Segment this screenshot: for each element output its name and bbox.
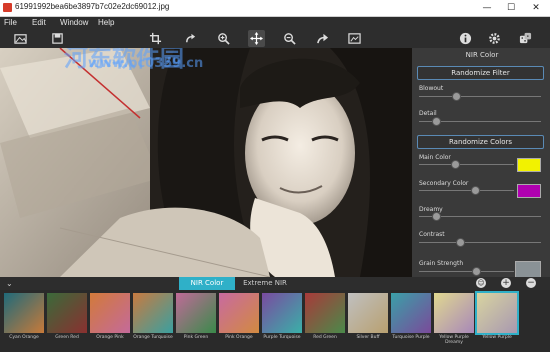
watermark-url: www.pc0359.cn <box>88 56 204 71</box>
minimize-button[interactable]: — <box>475 0 499 16</box>
preset-label: Orange Turquoise <box>133 335 173 340</box>
zoom-out-icon[interactable] <box>281 30 298 47</box>
preset-thumb[interactable]: Orange Pink <box>90 293 130 340</box>
preset-label: Cyan Orange <box>9 335 39 340</box>
blowout-label: Blowout <box>419 85 444 92</box>
preset-thumb[interactable]: Silver Buff <box>348 293 388 340</box>
preset-favorites-icon[interactable]: ☺ <box>476 278 486 288</box>
preset-thumb[interactable]: Red Green <box>305 293 345 340</box>
pan-icon[interactable] <box>248 30 265 47</box>
randomize-filter-button[interactable]: Randomize Filter <box>417 66 544 80</box>
menu-help[interactable]: Help <box>98 17 114 29</box>
main-color-slider[interactable] <box>419 164 514 165</box>
preset-filmstrip: Cyan Orange Green Red Orange Pink Orange… <box>0 290 550 352</box>
preset-label: Pink Orange <box>225 335 253 340</box>
tab-nir-color[interactable]: NIR Color <box>179 277 235 290</box>
menu-edit[interactable]: Edit <box>32 17 46 29</box>
contrast-slider-knob[interactable] <box>456 238 465 247</box>
share-icon[interactable] <box>314 30 331 47</box>
main-color-label: Main Color <box>419 154 451 161</box>
secondary-color-swatch[interactable] <box>517 184 541 198</box>
settings-icon[interactable] <box>486 30 503 47</box>
main-color-swatch[interactable] <box>517 158 541 172</box>
preset-label: Red Green <box>313 335 337 340</box>
photo-canvas[interactable]: 河东软件园 www.pc0359.cn <box>0 48 412 277</box>
dreamy-slider-knob[interactable] <box>432 212 441 221</box>
grain-strength-label: Grain Strength <box>419 260 464 267</box>
window-title: 61991992bea6be3897b7c02e2dc69012.jpg <box>15 2 170 11</box>
dice-icon[interactable] <box>517 30 534 47</box>
blowout-slider-knob[interactable] <box>452 92 461 101</box>
collapse-chevron-icon[interactable]: ⌄ <box>6 277 13 290</box>
app-icon <box>3 3 12 12</box>
secondary-color-slider-knob[interactable] <box>471 186 480 195</box>
preset-thumb[interactable]: Orange Turquoise <box>133 293 173 340</box>
remove-preset-icon[interactable]: − <box>526 278 536 288</box>
blowout-slider[interactable] <box>419 96 541 97</box>
preset-label: Yellow Purple <box>482 335 512 340</box>
grain-strength-slider-knob[interactable] <box>472 267 481 276</box>
preset-label: Silver Buff <box>356 335 380 340</box>
maximize-button[interactable]: ☐ <box>499 0 523 16</box>
menu-window[interactable]: Window <box>60 17 88 29</box>
contrast-label: Contrast <box>419 231 445 238</box>
save-icon[interactable] <box>49 30 66 47</box>
compare-icon[interactable] <box>346 30 363 47</box>
preset-thumb[interactable]: Pink Orange <box>219 293 259 340</box>
preset-label: Yellow Purple Dreamy <box>439 335 469 345</box>
photo-image <box>0 48 412 277</box>
toolbar <box>0 29 550 48</box>
info-icon[interactable] <box>457 30 474 47</box>
redo-icon[interactable] <box>182 30 199 47</box>
close-button[interactable]: ✕ <box>524 0 548 16</box>
detail-slider-knob[interactable] <box>432 117 441 126</box>
preset-label: Orange Pink <box>96 335 124 340</box>
detail-label: Detail <box>419 110 437 117</box>
menu-file[interactable]: File <box>4 17 17 29</box>
grain-strength-slider[interactable] <box>419 271 514 272</box>
preset-thumb[interactable]: Pink Green <box>176 293 216 340</box>
title-bar: 61991992bea6be3897b7c02e2dc69012.jpg — ☐… <box>0 0 550 17</box>
menu-bar: File Edit Window Help <box>0 17 550 29</box>
open-image-icon[interactable] <box>12 30 29 47</box>
contrast-slider[interactable] <box>419 242 541 243</box>
preset-label: Turquoise Purple <box>392 335 430 340</box>
preset-label: Pink Green <box>183 335 209 340</box>
preset-tab-bar: ⌄ NIR Color Extreme NIR ☺ + − <box>0 277 550 290</box>
preset-thumb[interactable]: Cyan Orange <box>4 293 44 340</box>
add-preset-icon[interactable]: + <box>501 278 511 288</box>
adjustment-panel: NIR Color Randomize Filter Blowout Detai… <box>414 48 550 279</box>
preset-thumb-selected[interactable]: Yellow Purple <box>475 291 519 340</box>
preset-thumb[interactable]: Green Red <box>47 293 87 340</box>
preset-label: Purple Turquoise <box>263 335 301 340</box>
main-color-slider-knob[interactable] <box>451 160 460 169</box>
preset-label: Green Red <box>55 335 79 340</box>
panel-title: NIR Color <box>465 51 499 59</box>
zoom-in-icon[interactable] <box>215 30 232 47</box>
preset-thumb[interactable]: Turquoise Purple <box>391 293 431 340</box>
crop-icon[interactable] <box>147 30 164 47</box>
secondary-color-label: Secondary Color <box>419 180 469 187</box>
randomize-colors-button[interactable]: Randomize Colors <box>417 135 544 149</box>
tab-extreme-nir[interactable]: Extreme NIR <box>237 277 293 290</box>
preset-thumb[interactable]: Purple Turquoise <box>262 293 302 340</box>
secondary-color-slider[interactable] <box>419 190 514 191</box>
preset-thumb[interactable]: Yellow Purple Dreamy <box>434 293 474 345</box>
